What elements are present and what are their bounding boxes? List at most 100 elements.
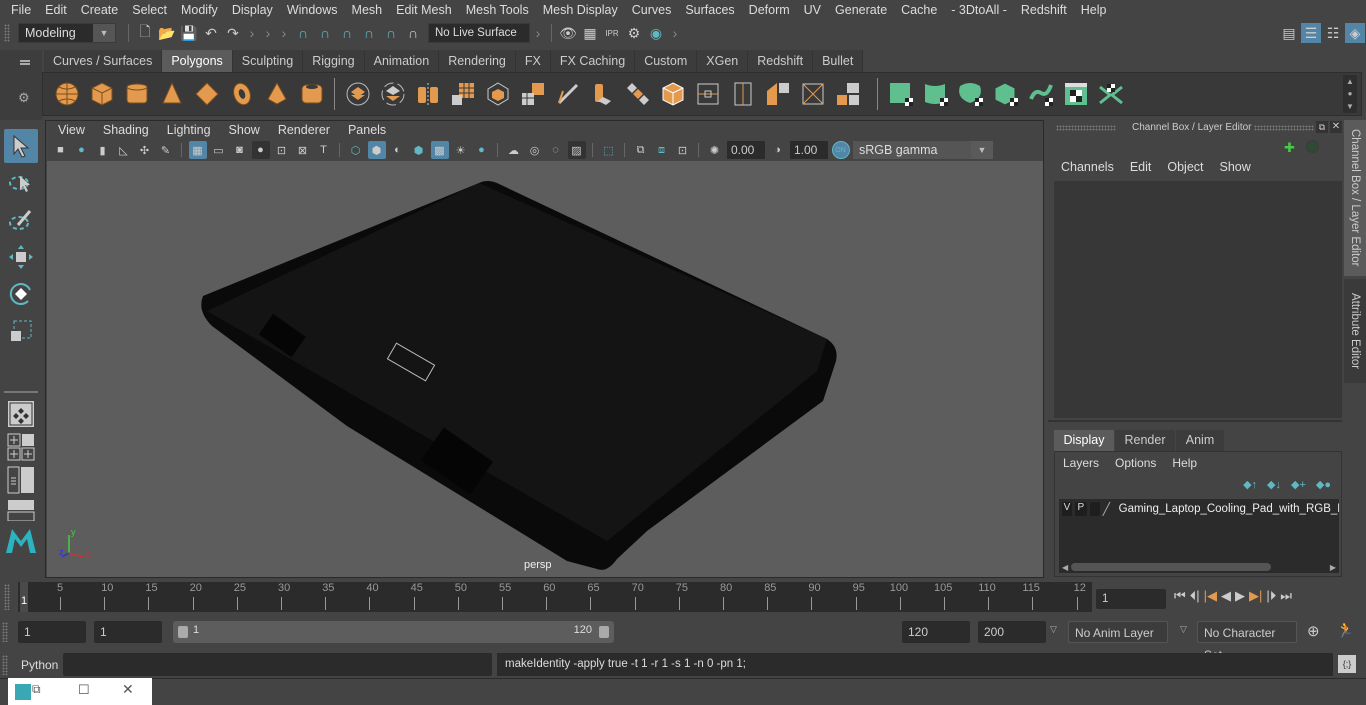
collapse-arrow-icon[interactable]: ›: [277, 23, 291, 43]
xray-components-icon[interactable]: ⊡: [674, 141, 692, 159]
layer-menu-help[interactable]: Help: [1172, 456, 1197, 470]
scroll-left-icon[interactable]: ◀: [1062, 563, 1068, 572]
multi-cut-icon[interactable]: [553, 79, 583, 109]
poly-pipe-icon[interactable]: [297, 79, 327, 109]
color-space-dropdown[interactable]: sRGB gamma ▼: [853, 141, 993, 159]
cylindrical-uv-icon[interactable]: [921, 79, 951, 109]
move-tool[interactable]: [4, 240, 38, 274]
collapse-arrow-icon[interactable]: ›: [245, 23, 259, 43]
snap-live-icon[interactable]: ∩: [381, 23, 401, 43]
unfold-uv-icon[interactable]: [1026, 79, 1056, 109]
redo-icon[interactable]: ↷: [223, 23, 243, 43]
go-to-end-icon[interactable]: ⏭: [1280, 588, 1292, 604]
anim-layer-dropdown[interactable]: No Anim Layer: [1068, 621, 1168, 643]
wireframe-on-shaded-icon[interactable]: ⬢: [410, 141, 428, 159]
merge-icon[interactable]: [798, 79, 828, 109]
animation-preferences-icon[interactable]: 🏃: [1336, 621, 1355, 639]
menu-help[interactable]: Help: [1074, 3, 1114, 17]
shelf-tab-rendering[interactable]: Rendering: [439, 50, 516, 72]
textured-icon[interactable]: ▩: [430, 141, 449, 159]
layer-horizontal-scrollbar[interactable]: ◀ ▶: [1059, 561, 1339, 573]
modeling-toolkit-icon[interactable]: ▤: [1279, 23, 1299, 43]
menu-3dtoall[interactable]: - 3DtoAll -: [944, 3, 1014, 17]
safe-title-icon[interactable]: T: [315, 141, 333, 159]
lasso-tool[interactable]: [4, 166, 38, 200]
go-to-start-icon[interactable]: ⏮: [1174, 588, 1186, 604]
bookmark-icon[interactable]: ▮: [94, 141, 112, 159]
exposure-field[interactable]: 0.00: [727, 141, 765, 159]
screen-space-ao-icon[interactable]: ☁: [505, 141, 523, 159]
snap-magnet-icon[interactable]: ∩: [403, 23, 423, 43]
ipr-render-icon[interactable]: IPR: [602, 23, 622, 43]
step-forward-frame-icon[interactable]: |⏵: [1266, 588, 1276, 604]
play-forwards-icon[interactable]: ▶: [1235, 588, 1245, 604]
isolate-select-icon[interactable]: ⬚: [600, 141, 618, 159]
menu-cache[interactable]: Cache: [894, 3, 944, 17]
viewport-menu-renderer[interactable]: Renderer: [269, 123, 339, 137]
auto-key-icon[interactable]: ⊕: [1307, 622, 1320, 640]
shadows-icon[interactable]: ●: [473, 141, 491, 159]
poly-torus-icon[interactable]: [227, 79, 257, 109]
use-all-lights-icon[interactable]: ☀: [452, 141, 470, 159]
smooth-icon[interactable]: [448, 79, 478, 109]
menu-mesh-display[interactable]: Mesh Display: [536, 3, 625, 17]
maximize-icon[interactable]: ☐: [78, 682, 90, 698]
divider[interactable]: [1048, 420, 1342, 422]
extrude-icon[interactable]: [588, 79, 618, 109]
hypershade-icon[interactable]: ◉: [646, 23, 666, 43]
menu-create[interactable]: Create: [74, 3, 126, 17]
shelf-tab-curves-surfaces[interactable]: Curves / Surfaces: [44, 50, 163, 72]
spherical-uv-icon[interactable]: [956, 79, 986, 109]
menu-edit[interactable]: Edit: [38, 3, 74, 17]
shelf-tab-polygons[interactable]: Polygons: [162, 50, 233, 72]
menu-file[interactable]: File: [4, 3, 38, 17]
automatic-uv-icon[interactable]: [991, 79, 1021, 109]
side-tab-channel-box[interactable]: Channel Box / Layer Editor: [1344, 120, 1366, 276]
resolution-gate-icon[interactable]: ◙: [231, 141, 249, 159]
select-tool[interactable]: [4, 129, 38, 163]
shelf-settings-gear-icon[interactable]: ⚙: [18, 90, 30, 106]
menu-edit[interactable]: Edit: [1122, 160, 1160, 174]
uv-toolkit-icon[interactable]: [1096, 79, 1126, 109]
grease-pencil-icon[interactable]: ✎: [157, 141, 175, 159]
scroll-right-icon[interactable]: ▶: [1330, 563, 1336, 572]
menu-curves[interactable]: Curves: [625, 3, 679, 17]
channel-list[interactable]: [1054, 181, 1342, 418]
viewport-menu-panels[interactable]: Panels: [339, 123, 395, 137]
shelf-tab-custom[interactable]: Custom: [635, 50, 698, 72]
2d-pan-zoom-icon[interactable]: ✣: [136, 141, 154, 159]
current-frame-field[interactable]: 1: [1096, 589, 1166, 609]
layer-tab-display[interactable]: Display: [1054, 430, 1114, 451]
restore-icon[interactable]: ⧉: [32, 682, 41, 697]
3d-viewport-scene[interactable]: persp y x z: [47, 161, 1043, 577]
new-empty-layer-icon[interactable]: ◆+: [1291, 478, 1306, 491]
menu-deform[interactable]: Deform: [742, 3, 797, 17]
shelf-tab-xgen[interactable]: XGen: [697, 50, 749, 72]
menu-edit-mesh[interactable]: Edit Mesh: [389, 3, 459, 17]
side-tab-attribute-editor[interactable]: Attribute Editor: [1344, 279, 1366, 383]
menu-display[interactable]: Display: [225, 3, 280, 17]
outliner-persp-layout-icon[interactable]: [4, 465, 38, 495]
float-panel-icon[interactable]: ⧉: [1316, 121, 1328, 133]
layer-menu-options[interactable]: Options: [1115, 456, 1156, 470]
menu-object[interactable]: Object: [1159, 160, 1211, 174]
poly-cylinder-icon[interactable]: [122, 79, 152, 109]
render-current-icon[interactable]: ▦: [580, 23, 600, 43]
playback-end-field[interactable]: 120: [902, 621, 970, 643]
time-slider[interactable]: 1 5 10 15 20 25 30 35 40 45 50 55 60 65 70 75 80 85 90 95 1…: [18, 582, 1092, 612]
xray-icon[interactable]: ⧉: [632, 141, 650, 159]
menu-select[interactable]: Select: [125, 3, 174, 17]
range-slider[interactable]: 1 120: [173, 621, 614, 643]
film-gate-icon[interactable]: ▭: [210, 141, 228, 159]
snap-view-plane-icon[interactable]: ∩: [359, 23, 379, 43]
gamma-icon[interactable]: ◑: [769, 141, 787, 159]
poly-plane-icon[interactable]: [192, 79, 222, 109]
range-end-handle[interactable]: [599, 626, 609, 638]
attribute-editor-toggle-icon[interactable]: ☰: [1301, 23, 1321, 43]
shelf-tab-fx[interactable]: FX: [515, 50, 551, 72]
uv-editor-icon[interactable]: [1061, 79, 1091, 109]
grip-handle[interactable]: [2, 622, 8, 642]
shelf-tab-animation[interactable]: Animation: [364, 50, 440, 72]
save-scene-icon[interactable]: 💾: [179, 23, 199, 43]
grip-handle[interactable]: [1254, 125, 1314, 131]
